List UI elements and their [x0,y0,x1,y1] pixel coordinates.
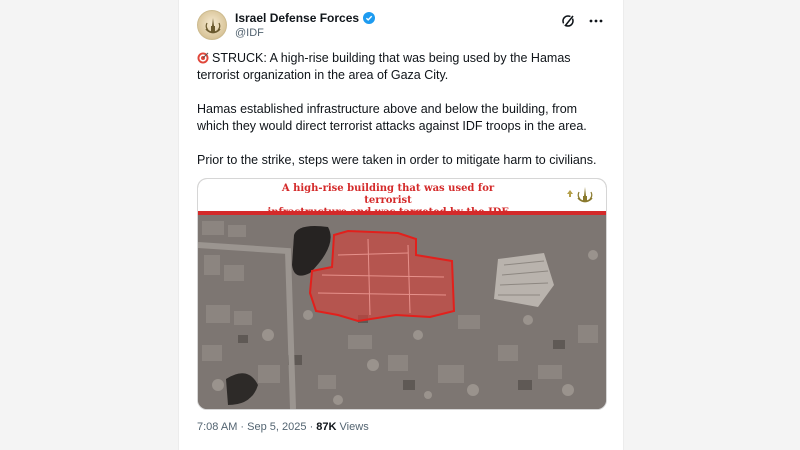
tweet-header: Israel Defense Forces @IDF [197,6,607,48]
media-banner-line-1: A high-rise building that was used for t… [281,183,495,206]
verified-badge-icon [363,12,376,24]
tweet-date[interactable]: Sep 5, 2025 [247,421,306,433]
grok-icon[interactable] [561,14,575,28]
tweet-actions-top [561,14,603,28]
tweet-paragraph-1: STRUCK: A high-rise building that was be… [197,50,607,84]
tweet-paragraph-2: Hamas established infrastructure above a… [197,102,587,133]
idf-logo-icon [567,187,593,203]
tweet-time[interactable]: 7:08 AM [197,421,237,433]
media-banner: A high-rise building that was used for t… [198,179,606,218]
tweet-card: Israel Defense Forces @IDF STRUCK: A hig… [178,0,624,450]
idf-emblem-icon [205,18,221,34]
account-name[interactable]: Israel Defense Forces [235,11,359,25]
tweet-meta: 7:08 AM · Sep 5, 2025 · 87K Views [197,421,369,433]
tweet-text: STRUCK: A high-rise building that was be… [197,50,607,186]
account-handle[interactable]: @IDF [235,27,264,39]
meta-separator-2: · [309,421,314,433]
direct-hit-icon [197,52,209,64]
tweet-media-image[interactable]: A high-rise building that was used for t… [197,178,607,410]
tweet-paragraph-3: Prior to the strike, steps were taken in… [197,153,597,167]
tweet-paragraph-1-text: STRUCK: A high-rise building that was be… [197,51,571,82]
views-count: 87K [316,421,337,433]
views-label: Views [339,421,369,433]
avatar[interactable] [197,10,227,40]
more-icon[interactable] [589,19,603,23]
meta-separator-1: · [240,421,245,433]
aerial-photo [198,215,606,409]
account-name-row[interactable]: Israel Defense Forces [235,11,376,25]
